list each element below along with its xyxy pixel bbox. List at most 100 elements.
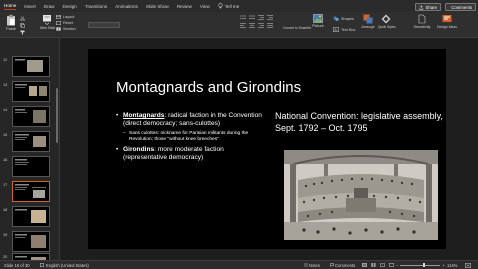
font-name-box[interactable] bbox=[88, 22, 120, 28]
thumbnail-content bbox=[15, 59, 43, 72]
tab-review[interactable]: Review bbox=[177, 4, 192, 9]
paste-button[interactable]: Paste bbox=[4, 14, 18, 31]
slide-show-icon[interactable] bbox=[389, 262, 394, 267]
tab-view[interactable]: View bbox=[200, 4, 210, 9]
current-slide[interactable]: Montagnards and Girondins Montagnards: r… bbox=[88, 49, 446, 249]
quick-styles-icon bbox=[381, 14, 391, 24]
ribbon-tab-bar: Home Insert Draw Design Transitions Anim… bbox=[0, 0, 478, 12]
svg-text:A: A bbox=[335, 28, 338, 32]
decrease-indent-icon[interactable] bbox=[258, 15, 264, 20]
status-comments-button[interactable]: Comments bbox=[330, 263, 355, 268]
align-right-icon[interactable] bbox=[258, 23, 264, 28]
quick-styles-button[interactable]: Quick Styles bbox=[378, 14, 396, 29]
bullet-list[interactable]: Montagnards: radical faction in the Conv… bbox=[116, 112, 266, 162]
zoom-handle[interactable] bbox=[423, 263, 425, 267]
zoom-out-icon[interactable]: − bbox=[396, 263, 398, 268]
tab-draw[interactable]: Draw bbox=[44, 4, 55, 9]
convert-smartart-button[interactable]: Convert to SmartArt bbox=[283, 26, 311, 30]
thumbnail-scrollbar[interactable] bbox=[55, 38, 58, 260]
scissors-icon[interactable] bbox=[20, 16, 25, 21]
slide-title[interactable]: Montagnards and Girondins bbox=[116, 79, 301, 96]
layout-icon bbox=[56, 15, 61, 19]
design-ideas-button[interactable]: Design Ideas bbox=[437, 14, 457, 29]
text-box-icon: A bbox=[333, 27, 339, 32]
slide-thumbnail[interactable] bbox=[12, 231, 50, 252]
thumbnail-row[interactable]: 18 bbox=[0, 206, 59, 228]
layout-button[interactable]: Layout bbox=[56, 15, 76, 19]
zoom-slider[interactable]: − + bbox=[396, 263, 445, 268]
justify-icon[interactable] bbox=[267, 23, 273, 28]
share-icon bbox=[419, 4, 424, 10]
section-button[interactable]: Section bbox=[56, 27, 76, 31]
thumbnail-number: 15 bbox=[3, 133, 8, 137]
bullets-icon[interactable] bbox=[240, 15, 246, 20]
slide-thumbnail[interactable] bbox=[12, 131, 50, 152]
slide-thumbnail-pane[interactable]: 12 13 14 15 16 17 18 19 20 bbox=[0, 38, 60, 260]
fit-to-window-icon[interactable] bbox=[465, 262, 471, 269]
national-convention-text[interactable]: National Convention: legislative assembl… bbox=[275, 111, 445, 134]
thumbnail-row[interactable]: 15 bbox=[0, 131, 59, 153]
language-status[interactable]: English (United States) bbox=[46, 263, 89, 268]
normal-view-icon[interactable] bbox=[362, 262, 367, 267]
new-slide-button[interactable]: New Slide bbox=[40, 14, 56, 30]
national-convention-engraving[interactable] bbox=[284, 150, 438, 240]
spellcheck-icon[interactable] bbox=[40, 262, 44, 268]
zoom-level[interactable]: 114% bbox=[447, 263, 457, 268]
section-icon bbox=[56, 27, 61, 31]
slide-editing-area[interactable]: Montagnards and Girondins Montagnards: r… bbox=[60, 38, 478, 260]
scrollbar-thumb[interactable] bbox=[55, 88, 58, 143]
thumbnail-row[interactable]: 16 bbox=[0, 156, 59, 178]
tab-insert[interactable]: Insert bbox=[24, 4, 36, 9]
sensitivity-button[interactable]: Sensitivity bbox=[412, 14, 432, 29]
notes-button[interactable]: Notes bbox=[304, 263, 320, 268]
copy-icon[interactable] bbox=[20, 23, 25, 28]
text-box-button[interactable]: A Text Box bbox=[333, 27, 356, 32]
comments-button[interactable]: Comments bbox=[445, 3, 476, 11]
sub-bullet-sans-culottes: Sans culottes: nickname for Parisian mil… bbox=[116, 131, 266, 143]
thumbnail-row[interactable]: 20 bbox=[0, 253, 59, 260]
design-ideas-icon bbox=[442, 15, 452, 22]
thumbnail-content bbox=[15, 84, 47, 96]
slide-thumbnail[interactable] bbox=[12, 106, 50, 127]
tab-slide-show[interactable]: Slide Show bbox=[146, 4, 169, 9]
tab-design[interactable]: Design bbox=[63, 4, 77, 9]
tell-me-search[interactable]: Tell me bbox=[218, 3, 239, 9]
zoom-in-icon[interactable]: + bbox=[442, 263, 444, 268]
thumbnail-row[interactable]: 13 bbox=[0, 81, 59, 103]
slide-thumbnail[interactable] bbox=[12, 206, 50, 227]
tab-transitions[interactable]: Transitions bbox=[85, 4, 107, 9]
align-center-icon[interactable] bbox=[249, 23, 255, 28]
increase-indent-icon[interactable] bbox=[267, 15, 273, 20]
slide-sorter-icon[interactable] bbox=[371, 262, 376, 267]
bullet-girondins: Girondins: more moderate faction (repres… bbox=[116, 146, 266, 162]
slide-thumbnail[interactable] bbox=[12, 253, 50, 260]
thumbnail-number: 12 bbox=[3, 58, 8, 62]
slide-thumbnail[interactable] bbox=[12, 56, 50, 77]
share-button[interactable]: Share bbox=[415, 3, 441, 11]
format-painter-icon[interactable] bbox=[20, 30, 25, 35]
slide-thumbnail-selected[interactable] bbox=[12, 181, 50, 202]
slide-thumbnail[interactable] bbox=[12, 81, 50, 102]
numbering-icon[interactable] bbox=[249, 15, 255, 20]
tab-home[interactable]: Home bbox=[4, 3, 17, 10]
thumbnail-row[interactable]: 19 bbox=[0, 231, 59, 253]
picture-button[interactable]: Picture bbox=[311, 14, 325, 28]
thumbnail-content bbox=[15, 109, 46, 123]
shapes-button[interactable]: Shapes bbox=[333, 16, 354, 21]
sensitivity-icon bbox=[418, 14, 426, 24]
align-left-icon[interactable] bbox=[240, 23, 246, 28]
zoom-track[interactable] bbox=[400, 263, 441, 267]
thumbnail-number: 13 bbox=[3, 83, 8, 87]
arrange-button[interactable]: Arrange bbox=[360, 14, 376, 29]
quick-styles-label: Quick Styles bbox=[378, 25, 396, 29]
tab-animations[interactable]: Animations bbox=[115, 4, 138, 9]
thumbnail-row-selected[interactable]: 17 bbox=[0, 181, 59, 203]
new-slide-label: New Slide bbox=[40, 26, 56, 30]
reset-button[interactable]: Reset bbox=[56, 21, 76, 25]
picture-label: Picture bbox=[312, 24, 324, 28]
thumbnail-row[interactable]: 12 bbox=[0, 56, 59, 78]
thumbnail-row[interactable]: 14 bbox=[0, 106, 59, 128]
reading-view-icon[interactable] bbox=[380, 262, 385, 267]
slide-thumbnail[interactable] bbox=[12, 156, 50, 177]
sensitivity-label: Sensitivity bbox=[413, 25, 431, 29]
